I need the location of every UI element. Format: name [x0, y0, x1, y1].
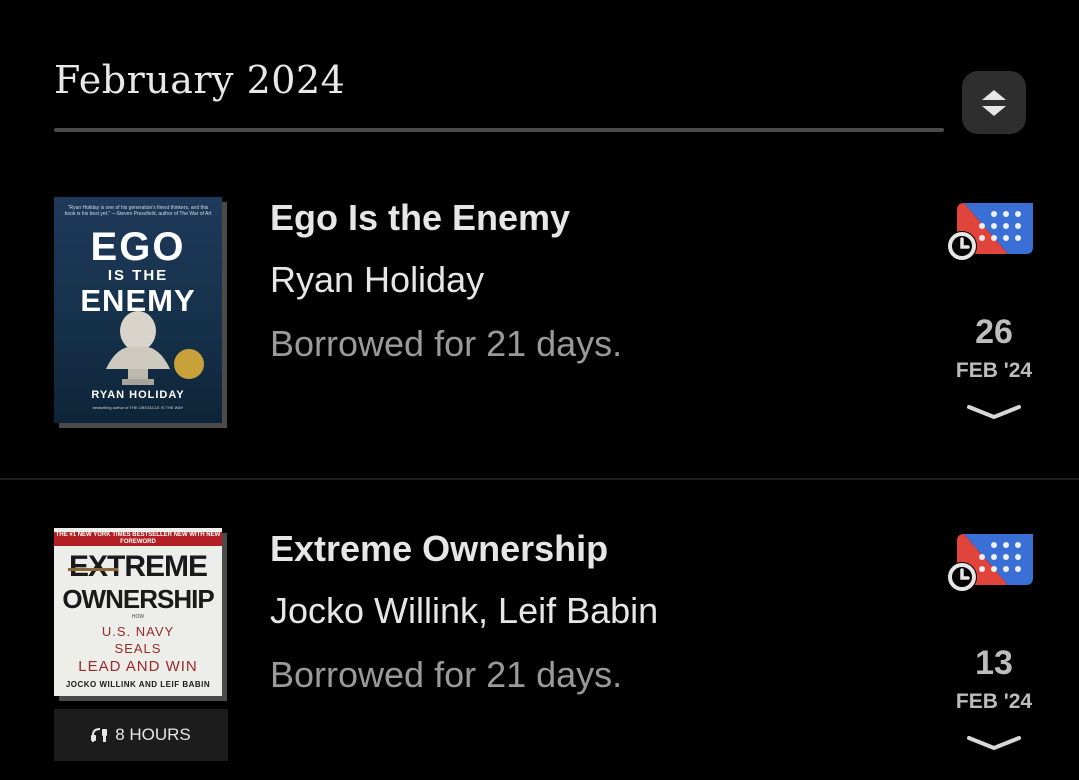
loan-status: Borrowed for 21 days.	[270, 654, 623, 695]
loan-status: Borrowed for 21 days.	[270, 323, 623, 364]
chevron-down-icon[interactable]	[966, 734, 1022, 752]
cover-image: THE #1 NEW YORK TIMES BESTSELLER NEW WIT…	[54, 528, 222, 696]
book-title[interactable]: Extreme Ownership	[270, 528, 608, 570]
book-cover[interactable]: "Ryan Holiday is one of his generation's…	[54, 197, 227, 428]
due-month: FEB '24	[955, 690, 1033, 713]
month-divider	[54, 128, 944, 132]
sort-updown-icon	[982, 90, 1006, 116]
book-author: Jocko Willink, Leif Babin	[270, 590, 659, 631]
bust-illustration	[106, 311, 170, 385]
seal-badge	[174, 349, 204, 379]
book-author: Ryan Holiday	[270, 259, 485, 300]
sort-button[interactable]	[962, 71, 1026, 134]
loan-calendar-icon[interactable]	[946, 197, 1034, 263]
cover-image: "Ryan Holiday is one of his generation's…	[54, 197, 222, 423]
loan-calendar-icon[interactable]	[946, 528, 1034, 594]
month-title: February 2024	[54, 58, 346, 102]
audiobook-duration-badge: 8 HOURS	[54, 709, 228, 761]
due-month: FEB '24	[955, 359, 1033, 382]
chevron-down-icon[interactable]	[966, 403, 1022, 421]
row-divider	[0, 478, 1079, 480]
due-day: 13	[975, 644, 1013, 682]
due-day: 26	[975, 313, 1013, 351]
headphones-icon	[91, 728, 108, 742]
book-title[interactable]: Ego Is the Enemy	[270, 197, 570, 239]
book-cover[interactable]: THE #1 NEW YORK TIMES BESTSELLER NEW WIT…	[54, 528, 227, 701]
audio-duration-label: 8 HOURS	[115, 725, 191, 744]
